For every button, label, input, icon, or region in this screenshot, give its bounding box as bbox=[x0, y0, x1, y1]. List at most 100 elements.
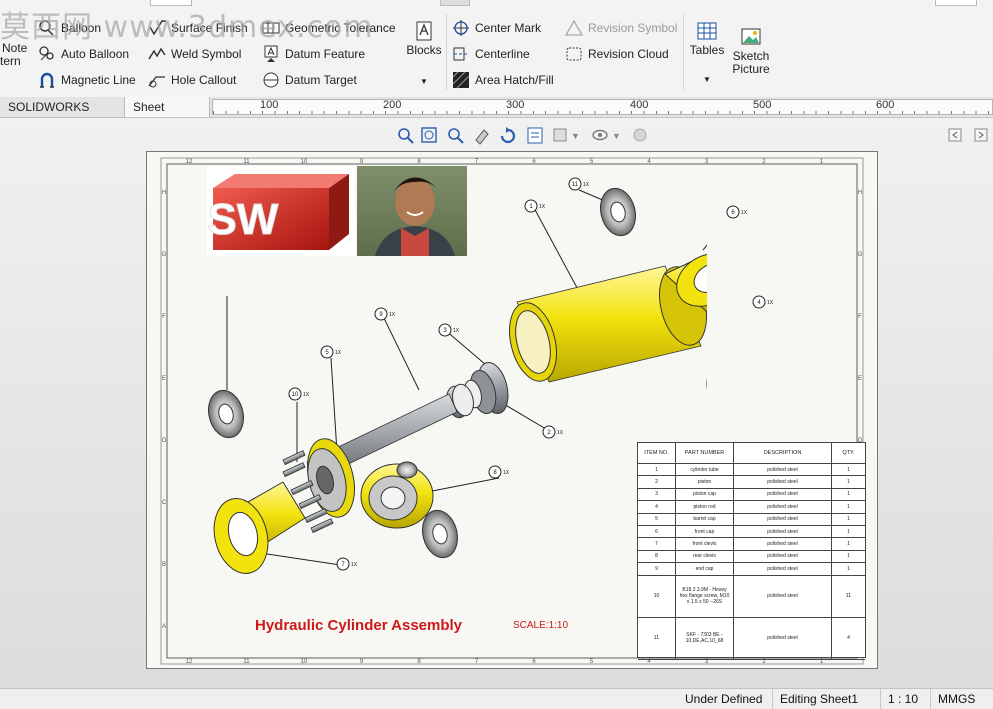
bom-cell: 9 bbox=[638, 563, 676, 575]
bom-cell: polished steel bbox=[734, 525, 832, 538]
revision-cloud-label: Revision Cloud bbox=[588, 47, 669, 61]
bom-row[interactable]: 9 end cap polished steel 1 bbox=[638, 563, 865, 576]
tables-label: Tables bbox=[689, 43, 725, 57]
centerline-label: Centerline bbox=[475, 47, 530, 61]
bom-row[interactable]: 1 cylinder tube polished steel 1 bbox=[638, 464, 865, 477]
surface-finish-button[interactable]: Surface Finish bbox=[148, 18, 248, 38]
appearance-icon[interactable] bbox=[633, 128, 647, 142]
magnetic-line-button[interactable]: Magnetic Line bbox=[38, 70, 136, 90]
bom-cell: polished steel bbox=[734, 501, 832, 513]
bom-body: 1 cylinder tube polished steel 1 2 piston poli… bbox=[638, 464, 865, 660]
revision-symbol-icon bbox=[565, 19, 583, 36]
drawing-title: Hydraulic Cylinder Assembly bbox=[255, 617, 463, 634]
bom-cell: 1 bbox=[847, 553, 850, 560]
sketch-picture-button[interactable]: Sketch Picture bbox=[728, 26, 774, 76]
bom-cell: 2 bbox=[638, 476, 676, 488]
bom-cell: polished steel bbox=[734, 538, 832, 550]
tab-sheet-format[interactable]: Sheet Format bbox=[124, 97, 210, 134]
bom-row[interactable]: 10 B18.2.3.9M - Heavy hex flange screw, M… bbox=[638, 575, 865, 618]
zone-row-label-left: B bbox=[162, 562, 166, 568]
hide-show-items-icon[interactable]: ▼ bbox=[592, 129, 621, 142]
picture-icon bbox=[741, 28, 761, 45]
weld-symbol-button[interactable]: Weld Symbol bbox=[148, 44, 241, 64]
redraw-icon[interactable] bbox=[500, 127, 516, 144]
centerline-button[interactable]: Centerline bbox=[452, 44, 530, 64]
bearing[interactable] bbox=[596, 185, 641, 240]
datum-feature-button[interactable]: Datum Feature bbox=[262, 44, 365, 64]
revision-cloud-button[interactable]: Revision Cloud bbox=[565, 44, 669, 64]
tables-button[interactable]: Tables ▼ bbox=[689, 20, 725, 86]
status-units[interactable]: MMGS bbox=[930, 689, 993, 709]
auto-balloon-label: Auto Balloon bbox=[61, 47, 130, 61]
zoom-to-fit-icon[interactable] bbox=[398, 128, 414, 144]
ruler-label: 300 bbox=[506, 99, 525, 111]
geometric-tolerance-button[interactable]: Geometric Tolerance bbox=[262, 18, 396, 38]
expand-panel-icon[interactable] bbox=[974, 128, 988, 142]
zone-row-label-left: A bbox=[162, 624, 166, 630]
zoom-to-area-icon[interactable] bbox=[421, 127, 437, 143]
ribbon-top-button[interactable] bbox=[440, 0, 470, 6]
bom-header-cell: QTY. bbox=[842, 450, 855, 456]
previous-view-icon[interactable] bbox=[448, 128, 464, 144]
zone-row-label-left: G bbox=[162, 252, 167, 258]
pattern-label: tern bbox=[0, 54, 21, 68]
datum-target-button[interactable]: Datum Target bbox=[262, 70, 357, 90]
collapse-panel-icon[interactable] bbox=[948, 128, 962, 142]
svg-text:▼: ▼ bbox=[571, 131, 580, 141]
bom-row[interactable]: 3 piston cap polished steel 1 bbox=[638, 488, 865, 502]
exploded-assembly-view[interactable] bbox=[187, 162, 707, 602]
bom-cell: front clevis bbox=[676, 538, 734, 550]
zone-col-label-bottom: 11 bbox=[243, 659, 250, 665]
zone-col-label-bottom: 10 bbox=[301, 659, 308, 665]
bom-cell: 1 bbox=[847, 528, 850, 535]
display-style-icon[interactable]: ▼ bbox=[553, 128, 580, 142]
status-sketch-state: Under Defined bbox=[685, 692, 763, 706]
status-scale[interactable]: 1 : 10 bbox=[880, 689, 936, 709]
command-manager-ribbon: Note tern Balloon Auto Balloon Magnetic … bbox=[0, 0, 993, 98]
front-clevis[interactable] bbox=[207, 481, 306, 579]
center-mark-label: Center Mark bbox=[475, 21, 542, 35]
blocks-dropdown-arrow-icon[interactable]: ▼ bbox=[420, 75, 428, 88]
zone-row-label-left: F bbox=[162, 314, 166, 320]
geometric-tolerance-label: Geometric Tolerance bbox=[285, 21, 396, 35]
zone-row-label-right: H bbox=[858, 190, 862, 196]
zone-row-label-left: H bbox=[162, 190, 166, 196]
drawing-sheet[interactable]: 12 12 11 11 10 10 9 9 8 8 7 7 6 6 5 5 4 4 3 3 2 2 1 1 H H G G F F E E D D… bbox=[146, 151, 878, 669]
center-mark-button[interactable]: Center Mark bbox=[452, 18, 541, 38]
tab-solidworks-add-ins[interactable]: SOLIDWORKS Add-Ins bbox=[0, 97, 124, 134]
sheet-properties-icon[interactable] bbox=[527, 127, 543, 144]
area-hatch-icon bbox=[452, 71, 470, 89]
rotate-view-icon[interactable] bbox=[475, 129, 489, 145]
tables-dropdown-arrow-icon[interactable]: ▼ bbox=[703, 73, 711, 86]
ribbon-top-field[interactable] bbox=[150, 0, 192, 6]
zone-row-label-right: E bbox=[858, 376, 862, 382]
bom-header-cell: ITEM NO. bbox=[638, 443, 676, 463]
revision-symbol-button[interactable]: Revision Symbol bbox=[565, 18, 677, 38]
bom-row[interactable]: 6 front cap polished steel 1 bbox=[638, 525, 865, 539]
bom-row[interactable]: 8 rear clevis polished steel 1 bbox=[638, 550, 865, 564]
status-edit-mode: Editing Sheet1 bbox=[772, 689, 886, 709]
bom-table[interactable]: ITEM NO. PART NUMBER DESCRIPTION QTY. 1 cyli… bbox=[637, 442, 866, 660]
hole-callout-button[interactable]: Hole Callout bbox=[148, 70, 236, 90]
bom-row[interactable]: 11 SKF - 7303 BE - 10,DE,AC,10_68 polished… bbox=[638, 617, 865, 660]
revision-symbol-label: Revision Symbol bbox=[588, 21, 678, 35]
bom-row[interactable]: 4 piston rod polished steel 1 bbox=[638, 501, 865, 514]
area-hatch-fill-button[interactable]: Area Hatch/Fill bbox=[452, 70, 554, 90]
blocks-button[interactable]: Blocks ▼ bbox=[406, 20, 442, 88]
magnet-icon bbox=[40, 72, 54, 88]
balloon-button[interactable]: Balloon bbox=[38, 18, 101, 38]
bom-cell: B18.2.3.9M - Heavy hex flange screw, M10… bbox=[676, 575, 734, 617]
bom-cell: cylinder tube bbox=[676, 464, 734, 476]
bom-row[interactable]: 5 barrel cap polished steel 1 bbox=[638, 513, 865, 526]
datum-target-icon bbox=[263, 72, 279, 88]
barrel-cap[interactable] bbox=[360, 461, 434, 529]
hole-callout-label: Hole Callout bbox=[171, 73, 237, 87]
bom-row[interactable]: 7 front clevis polished steel 1 bbox=[638, 538, 865, 551]
ruler-label: 500 bbox=[753, 99, 772, 111]
bearing[interactable] bbox=[204, 387, 249, 442]
bom-row[interactable]: 2 piston polished steel 1 bbox=[638, 476, 865, 489]
datum-target-label: Datum Target bbox=[285, 73, 357, 87]
ribbon-top-field-right[interactable] bbox=[935, 0, 977, 6]
linear-note-pattern-button[interactable]: tern bbox=[0, 51, 21, 71]
auto-balloon-button[interactable]: Auto Balloon bbox=[38, 44, 129, 64]
